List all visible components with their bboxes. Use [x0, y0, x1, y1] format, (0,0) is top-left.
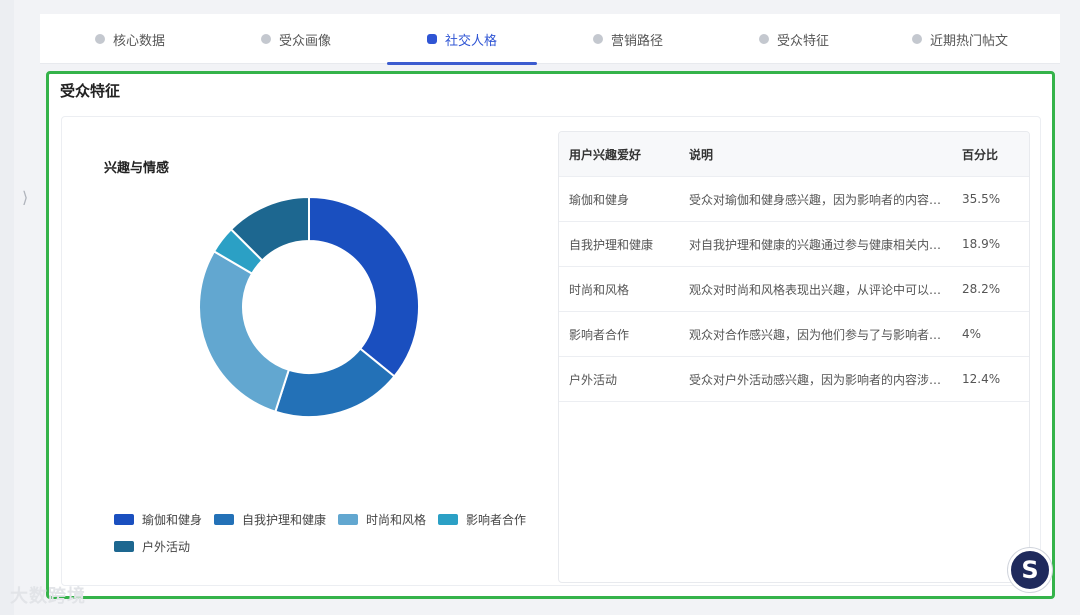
cell-desc: 观众对合作感兴趣，因为他们参与了与影响者合… — [689, 327, 954, 342]
table-row[interactable]: 自我护理和健康 对自我护理和健康的兴趣通过参与健康相关内容… 18.9% — [559, 222, 1029, 267]
legend-item[interactable]: 户外活动 — [114, 538, 190, 555]
legend-label: 自我护理和健康 — [242, 513, 327, 527]
tab-marketing-path[interactable]: 营销路径 — [553, 14, 703, 64]
person-icon — [592, 34, 603, 44]
donut-slice-0[interactable] — [308, 195, 420, 378]
cell-percent: 4% — [962, 327, 982, 341]
collapse-handle-icon[interactable]: ⟩ — [22, 188, 28, 207]
interest-card: 兴趣与情感 瑜伽和健身 自我护理和健康 时尚和风格 影响者合作 户外活动 用户兴趣爱好 … — [61, 116, 1041, 586]
cell-interest: 影响者合作 — [569, 327, 630, 342]
post-icon — [911, 34, 922, 44]
cell-desc: 受众对瑜伽和健身感兴趣，因为影响者的内容围… — [689, 192, 954, 207]
audience-traits-section: 受众特征 兴趣与情感 瑜伽和健身 自我护理和健康 时尚和风格 影响者合作 户外活动 用户… — [46, 71, 1055, 599]
legend-label: 户外活动 — [142, 540, 191, 554]
donut-slice-2[interactable] — [198, 250, 291, 413]
legend-item[interactable]: 瑜伽和健身 — [114, 511, 202, 528]
cell-desc: 对自我护理和健康的兴趣通过参与健康相关内容… — [689, 237, 954, 252]
header-interest: 用户兴趣爱好 — [569, 147, 642, 162]
table-row[interactable]: 影响者合作 观众对合作感兴趣，因为他们参与了与影响者合… 4% — [559, 312, 1029, 357]
tab-core-data[interactable]: 核心数据 — [55, 14, 205, 64]
table-header: 用户兴趣爱好 说明 百分比 — [559, 132, 1029, 177]
tab-audience-profile[interactable]: 受众画像 — [221, 14, 371, 64]
left-strip — [0, 0, 14, 615]
tab-social-persona[interactable]: 社交人格 — [387, 14, 537, 65]
cell-desc: 受众对户外活动感兴趣，因为影响者的内容涉及… — [689, 372, 954, 387]
header-percent: 百分比 — [962, 147, 999, 162]
tab-bar: 核心数据 受众画像 社交人格 营销路径 受众特征 近期热门帖文 — [40, 14, 1060, 65]
check-icon — [758, 34, 769, 44]
tab-label: 受众画像 — [278, 33, 331, 49]
table-row[interactable]: 户外活动 受众对户外活动感兴趣，因为影响者的内容涉及… 12.4% — [559, 357, 1029, 402]
legend-item[interactable]: 时尚和风格 — [338, 511, 426, 528]
interest-table: 用户兴趣爱好 说明 百分比 瑜伽和健身 受众对瑜伽和健身感兴趣，因为影响者的内容… — [558, 131, 1030, 583]
cell-percent: 12.4% — [962, 372, 1001, 386]
legend-swatch — [114, 541, 134, 552]
brand-logo-icon[interactable]: S — [1008, 548, 1052, 592]
tab-label: 社交人格 — [444, 33, 497, 49]
tab-audience-traits[interactable]: 受众特征 — [719, 14, 869, 64]
legend-item[interactable]: 自我护理和健康 — [214, 511, 326, 528]
legend-label: 影响者合作 — [466, 513, 527, 527]
legend-label: 瑜伽和健身 — [142, 513, 203, 527]
watermark: 大数跨境 — [10, 586, 86, 607]
table-row[interactable]: 时尚和风格 观众对时尚和风格表现出兴趣，从评论中可以看… 28.2% — [559, 267, 1029, 312]
legend-swatch — [338, 514, 359, 525]
cell-interest: 时尚和风格 — [569, 282, 630, 297]
legend-label: 时尚和风格 — [366, 513, 427, 527]
legend-swatch — [214, 514, 235, 525]
pie-icon — [94, 34, 105, 44]
cell-desc: 观众对时尚和风格表现出兴趣，从评论中可以看… — [689, 282, 954, 297]
cell-percent: 18.9% — [962, 237, 1001, 251]
header-desc: 说明 — [689, 147, 714, 162]
cell-percent: 28.2% — [962, 282, 1001, 296]
table-row[interactable]: 瑜伽和健身 受众对瑜伽和健身感兴趣，因为影响者的内容围… 35.5% — [559, 177, 1029, 222]
tab-label: 核心数据 — [112, 33, 165, 49]
cell-interest: 瑜伽和健身 — [569, 192, 630, 207]
chart-legend: 瑜伽和健身 自我护理和健康 时尚和风格 影响者合作户外活动 — [114, 511, 534, 555]
tab-hot-posts[interactable]: 近期热门帖文 — [885, 14, 1035, 64]
cell-interest: 户外活动 — [569, 372, 618, 387]
legend-swatch — [114, 514, 134, 525]
chat-icon — [426, 34, 437, 44]
tab-label: 受众特征 — [776, 33, 829, 49]
legend-item[interactable]: 影响者合作 — [438, 511, 526, 528]
cell-interest: 自我护理和健康 — [569, 237, 654, 252]
tab-label: 营销路径 — [610, 33, 663, 49]
cell-percent: 35.5% — [962, 192, 1001, 206]
user-icon — [260, 34, 271, 44]
legend-swatch — [438, 514, 459, 525]
donut-chart — [198, 195, 420, 418]
chart-title: 兴趣与情感 — [104, 161, 170, 176]
section-title: 受众特征 — [60, 82, 121, 100]
tab-label: 近期热门帖文 — [929, 33, 1008, 49]
